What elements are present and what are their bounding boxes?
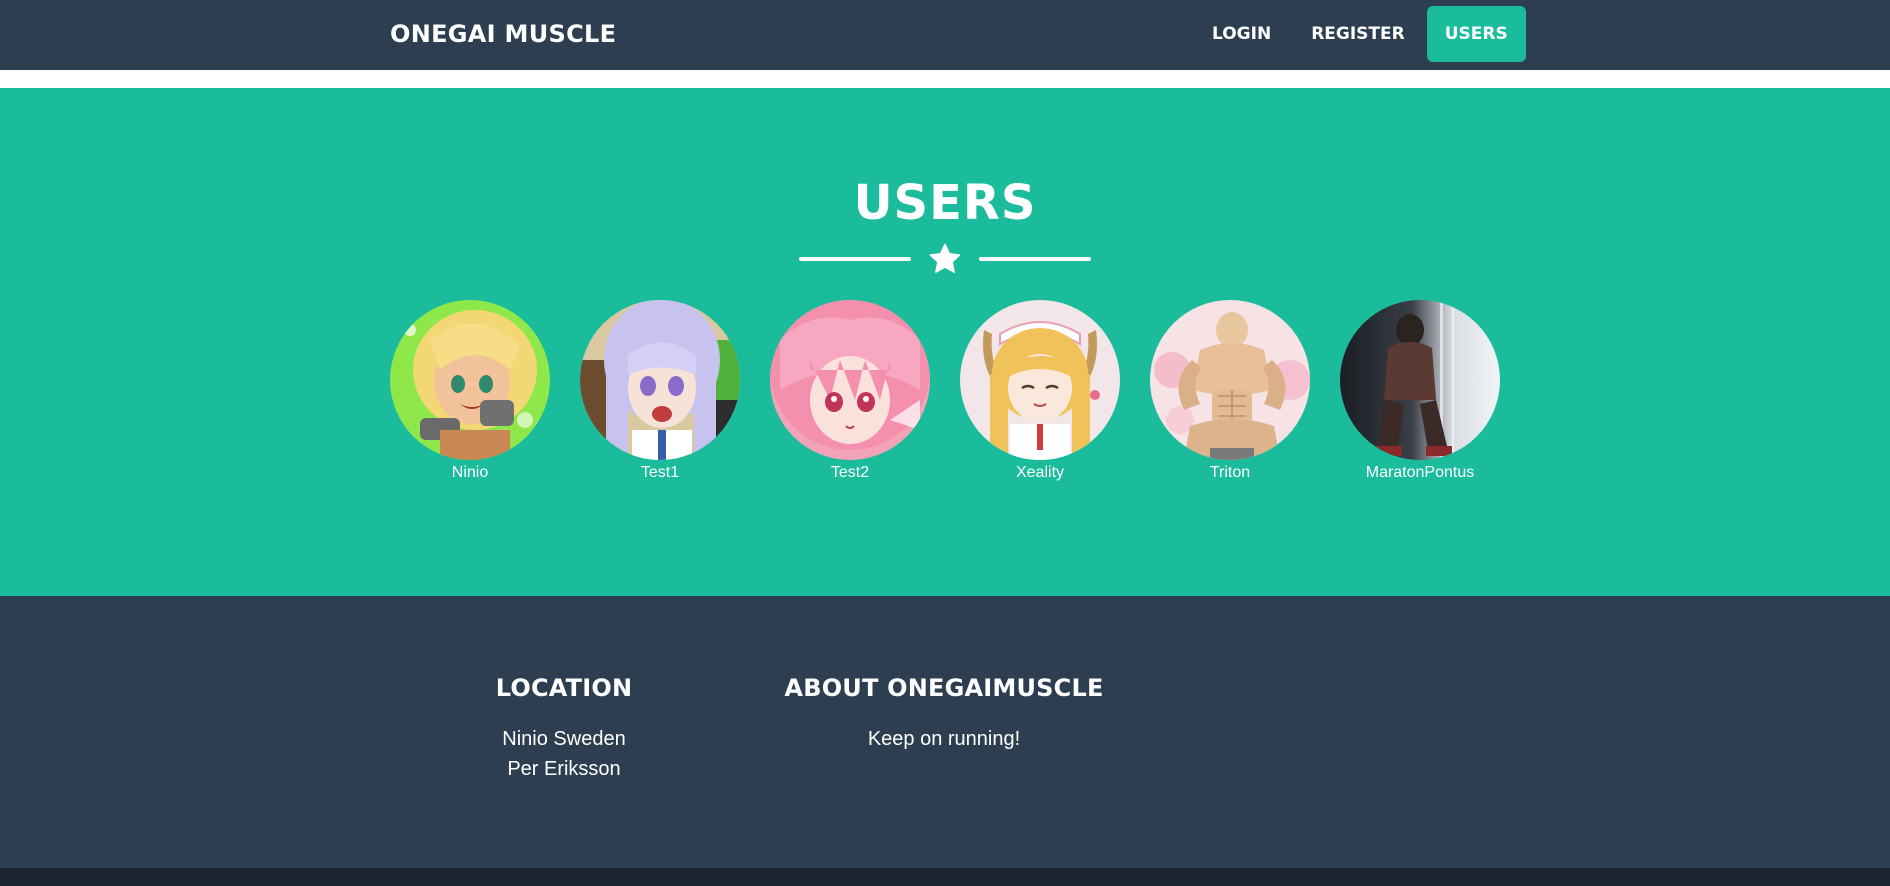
nav-login-link[interactable]: LOGIN <box>1194 6 1289 62</box>
header-spacer <box>0 70 1890 88</box>
nav-users-link[interactable]: USERS <box>1426 6 1526 62</box>
users-section: USERS Ninio Test1 Test2 Xeality Triton M… <box>0 88 1890 596</box>
user-card-maratonpontus[interactable]: MaratonPontus <box>1340 300 1500 482</box>
user-card-xeality[interactable]: Xeality <box>960 300 1120 482</box>
muscular-man-avatar[interactable] <box>1150 300 1310 460</box>
footer: LOCATION Ninio Sweden Per Eriksson ABOUT… <box>0 596 1890 868</box>
divider-line-right <box>979 257 1091 261</box>
anime-maid-dragon-avatar[interactable] <box>960 300 1120 460</box>
star-icon <box>929 243 961 273</box>
user-card-ninio[interactable]: Ninio <box>390 300 550 482</box>
anime-girl-lavender-hair-avatar[interactable] <box>580 300 740 460</box>
brand-logo-text[interactable]: ONEGAI MUSCLE <box>390 0 616 68</box>
footer-about-heading: ABOUT ONEGAIMUSCLE <box>784 674 1104 702</box>
user-name[interactable]: Ninio <box>390 464 550 482</box>
footer-location-heading: LOCATION <box>495 674 633 702</box>
user-name[interactable]: Xeality <box>960 464 1120 482</box>
footer-location: LOCATION Ninio Sweden Per Eriksson <box>464 674 664 784</box>
divider-line-left <box>799 257 911 261</box>
location-line: Per Eriksson <box>507 758 621 780</box>
anime-girl-blonde-avatar[interactable] <box>390 300 550 460</box>
dark-figure-avatar[interactable] <box>1340 300 1500 460</box>
footer-location-text: Ninio Sweden Per Eriksson <box>464 724 664 784</box>
user-card-test1[interactable]: Test1 <box>580 300 740 482</box>
user-name[interactable]: Test1 <box>580 464 740 482</box>
user-name[interactable]: Triton <box>1150 464 1310 482</box>
footer-about: ABOUT ONEGAIMUSCLE Keep on running! <box>779 674 1109 754</box>
user-name[interactable]: MaratonPontus <box>1340 464 1500 482</box>
user-name[interactable]: Test2 <box>770 464 930 482</box>
navbar: ONEGAI MUSCLE LOGIN REGISTER USERS <box>0 0 1890 70</box>
user-card-test2[interactable]: Test2 <box>770 300 930 482</box>
footer-about-text: Keep on running! <box>867 728 1021 750</box>
user-card-triton[interactable]: Triton <box>1150 300 1310 482</box>
bottom-bar <box>0 868 1890 886</box>
anime-girl-pink-hair-avatar[interactable] <box>770 300 930 460</box>
location-line: Ninio Sweden <box>502 728 626 750</box>
page-title: USERS <box>853 175 1037 231</box>
nav-links: LOGIN REGISTER USERS <box>1190 6 1526 62</box>
nav-register-link[interactable]: REGISTER <box>1293 6 1423 62</box>
